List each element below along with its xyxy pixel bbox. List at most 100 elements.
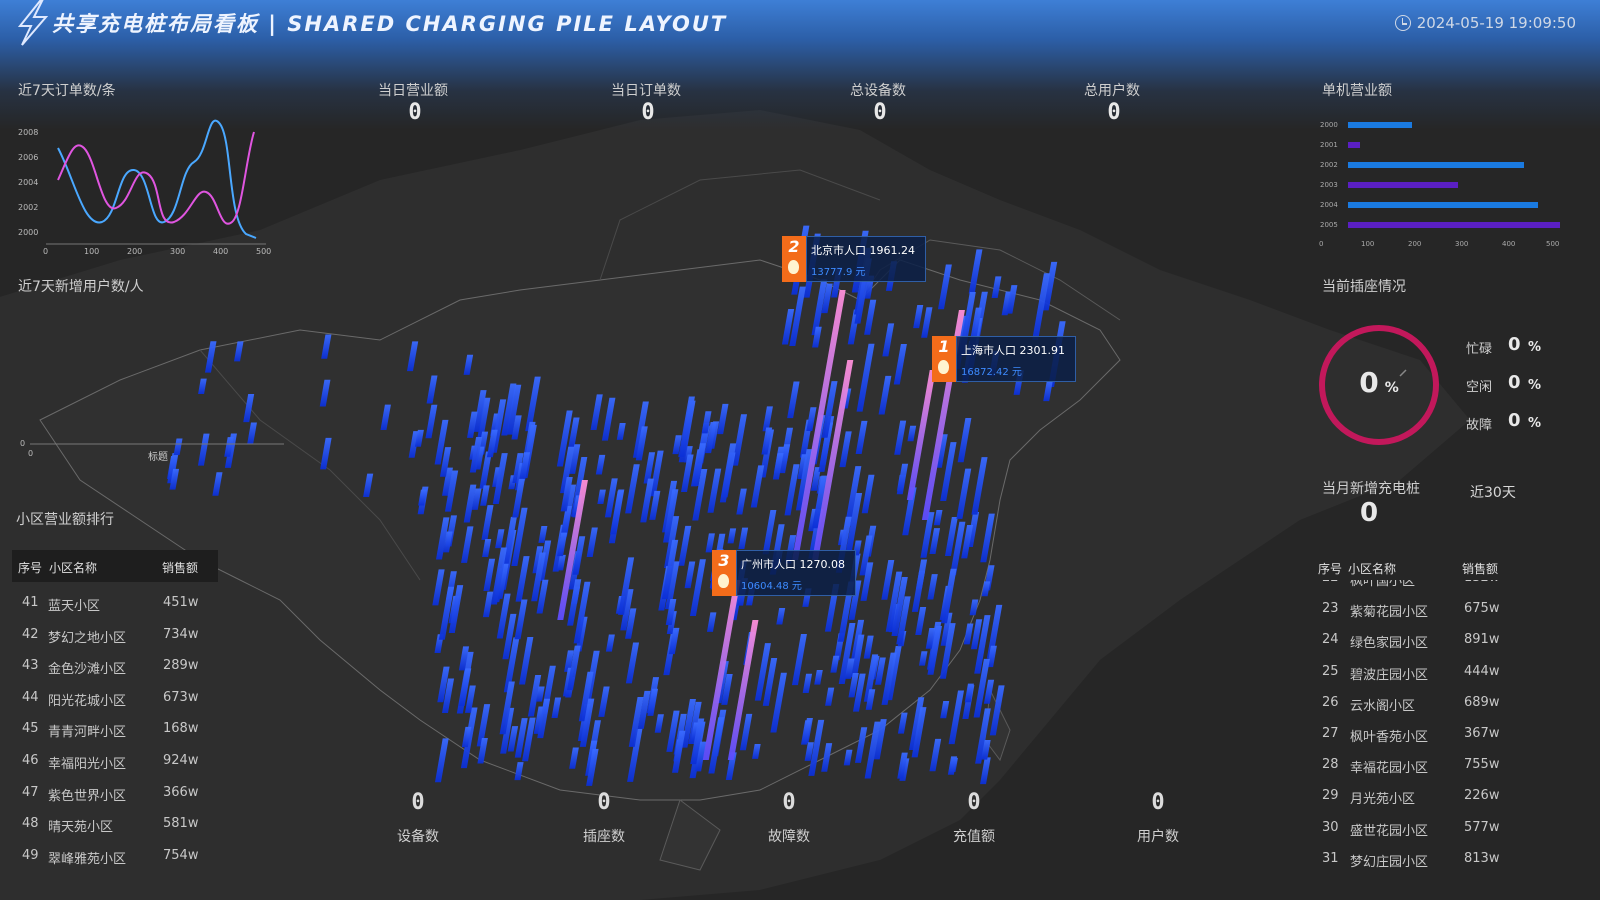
tag-title: 广州市人口 1270.08 [741, 558, 845, 571]
x-axis-label: 标题 [148, 451, 168, 463]
socket-title: 当前插座情况 [1322, 279, 1406, 295]
period-label[interactable]: 近30天 [1470, 482, 1516, 502]
stat-value: 0 [1508, 334, 1521, 355]
row-no: 29 [1322, 788, 1339, 804]
row-name: 幸福阳光小区 [48, 757, 127, 772]
row-sales: 891w [1464, 632, 1500, 648]
table-row[interactable]: 30 盛世花园小区 577w [1314, 814, 1584, 845]
row-sales: 754w [163, 847, 199, 863]
x-tick: 500 [1546, 240, 1559, 248]
row-sales: 444w [1464, 663, 1500, 679]
y-tick: 2001 [1320, 141, 1338, 149]
fire-icon [788, 260, 799, 274]
row-no: 41 [22, 595, 39, 610]
ranking-row[interactable]: 43 金色沙滩小区 289w [0, 652, 220, 683]
socket-stat: 空闲 0% [1466, 372, 1586, 400]
rank-number: 2 [788, 237, 800, 256]
ranking-row[interactable]: 48 晴天苑小区 581w [0, 810, 220, 841]
ranking-row[interactable]: 41 蓝天小区 451w [0, 589, 220, 620]
rank-badge: 3 [712, 550, 736, 596]
table-row[interactable]: 22 枫叶国小区 132w [1314, 580, 1584, 595]
row-sales: 366w [163, 784, 199, 800]
row-sales: 451w [163, 595, 199, 610]
table-row[interactable]: 28 幸福花园小区 755w [1314, 751, 1584, 782]
table-row[interactable]: 31 梦幻庄园小区 813w [1314, 845, 1584, 868]
ranking-row[interactable]: 46 幸福阳光小区 924w [0, 747, 220, 778]
table-row[interactable]: 23 紫菊花园小区 675w [1314, 595, 1584, 626]
stat-unit: % [1528, 378, 1542, 393]
x-tick: 500 [256, 247, 271, 256]
revenue-per-device-chart[interactable]: 2000 2001 2002 2003 2004 2005 0 100 200 … [1316, 112, 1596, 254]
bottom-stat-value: 0 [782, 790, 796, 815]
map-tag[interactable]: 2 北京市人口 1961.24 13777.9 元 [782, 236, 926, 282]
row-name: 盛世花园小区 [1350, 823, 1429, 839]
ranking-row[interactable]: 45 青青河畔小区 168w [0, 715, 220, 746]
row-sales: 577w [1464, 819, 1500, 835]
row-sales: 168w [163, 721, 199, 737]
row-name: 碧波庄园小区 [1350, 667, 1429, 683]
row-name: 枫叶国小区 [1350, 580, 1416, 589]
bottom-stat-value: 0 [411, 790, 425, 815]
row-sales: 132w [1464, 580, 1499, 585]
tag-amount: 10604.48 元 [741, 581, 802, 592]
y-tick: 2006 [18, 153, 38, 162]
right-table-body[interactable]: 22 枫叶国小区 132w 23 紫菊花园小区 675w 24 绿色家园小区 891w 25 碧波庄… [1314, 580, 1584, 868]
socket-value-number: 0 [1359, 366, 1379, 399]
ranking-row[interactable]: 44 阳光花城小区 673w [0, 684, 220, 715]
x-tick: 100 [1361, 240, 1374, 248]
tag-title: 上海市人口 2301.91 [961, 344, 1065, 357]
kpi-label: 总用户数 [1084, 83, 1140, 99]
y-tick: 2003 [1320, 181, 1338, 189]
row-no: 30 [1322, 819, 1339, 835]
stat-unit: % [1528, 340, 1542, 355]
new-users-chart[interactable]: 0 0 标题 [14, 432, 294, 466]
stat-value: 0 [1508, 372, 1521, 393]
row-name: 云水阁小区 [1350, 698, 1416, 714]
bottom-stat-label: 设备数 [397, 829, 439, 845]
kpi-value: 0 [1107, 100, 1121, 125]
y-tick: 2002 [18, 203, 38, 212]
ranking-row[interactable]: 47 紫色世界小区 366w [0, 779, 220, 810]
row-no: 31 [1322, 850, 1339, 866]
tag-box: 广州市人口 1270.08 10604.48 元 [736, 550, 856, 596]
ranking-row[interactable]: 49 翠峰雅苑小区 754w [0, 842, 220, 873]
table-row[interactable]: 29 月光苑小区 226w [1314, 782, 1584, 813]
y-tick: 2004 [18, 178, 38, 187]
datetime-text: 2024-05-19 19:09:50 [1416, 14, 1576, 32]
stat-value: 0 [1508, 410, 1521, 431]
tag-box: 上海市人口 2301.91 16872.42 元 [956, 336, 1076, 382]
kpi-value: 0 [408, 100, 422, 125]
orders-7d-title: 近7天订单数/条 [18, 83, 116, 99]
revenue-per-device-title: 单机营业额 [1322, 83, 1392, 99]
col-name: 小区名称 [49, 561, 98, 575]
bar-2004 [1348, 202, 1538, 208]
bottom-stat-label: 充值额 [953, 829, 995, 845]
fire-icon [938, 360, 949, 374]
table-row[interactable]: 26 云水阁小区 689w [1314, 689, 1584, 720]
x-tick: 400 [1502, 240, 1515, 248]
y-tick: 0 [20, 439, 25, 448]
table-row[interactable]: 25 碧波庄园小区 444w [1314, 658, 1584, 689]
row-sales: 813w [1464, 850, 1500, 866]
tag-box: 北京市人口 1961.24 13777.9 元 [806, 236, 926, 282]
row-sales: 924w [163, 753, 199, 768]
socket-unit: % [1384, 380, 1399, 396]
datetime: 2024-05-19 19:09:50 [1394, 14, 1576, 32]
map-tag[interactable]: 3 广州市人口 1270.08 10604.48 元 [712, 550, 856, 596]
y-tick: 2004 [1320, 201, 1338, 209]
row-name: 紫色世界小区 [48, 788, 127, 804]
table-row[interactable]: 27 枫叶香苑小区 367w [1314, 720, 1584, 751]
orders-7d-chart[interactable]: 2008 2006 2004 2002 2000 0 100 200 300 4… [14, 118, 284, 260]
tag-title: 北京市人口 1961.24 [811, 244, 915, 257]
row-sales: 367w [1464, 726, 1500, 741]
row-name: 金色沙滩小区 [48, 662, 127, 678]
kpi-value: 0 [873, 100, 887, 125]
bottom-stat-label: 用户数 [1137, 829, 1179, 845]
table-row[interactable]: 24 绿色家园小区 891w [1314, 626, 1584, 657]
monthly-value: 0 [1360, 498, 1379, 528]
row-sales: 581w [163, 816, 199, 832]
x-tick: 200 [1408, 240, 1421, 248]
ranking-row[interactable]: 42 梦幻之地小区 734w [0, 621, 220, 652]
row-name: 阳光花城小区 [48, 693, 127, 709]
map-tag[interactable]: 1 上海市人口 2301.91 16872.42 元 [932, 336, 1076, 382]
